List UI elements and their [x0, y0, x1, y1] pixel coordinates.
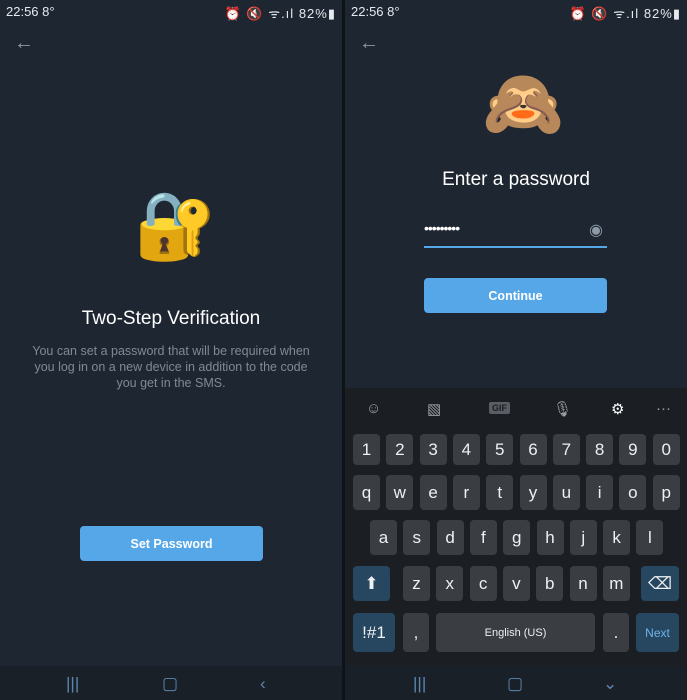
key-5[interactable]: 5 — [486, 434, 514, 465]
period-key[interactable]: . — [603, 613, 629, 652]
back-arrow-icon[interactable]: ← — [359, 32, 379, 55]
space-key[interactable]: English (US) — [436, 613, 595, 652]
key-2[interactable]: 2 — [386, 434, 414, 465]
key-c[interactable]: c — [469, 566, 497, 601]
key-n[interactable]: n — [569, 566, 597, 601]
key-v[interactable]: v — [502, 566, 530, 601]
hide-keyboard-icon[interactable]: ⌄ — [603, 674, 617, 694]
password-value: ••••••••• — [424, 220, 460, 236]
key-g[interactable]: g — [503, 520, 531, 555]
enter-password-screen: 22:56 8° ⏰ 🔇 ᯤ.ıl 82%▮ ← 🙈 Enter a passw… — [345, 0, 687, 700]
key-p[interactable]: p — [652, 475, 680, 510]
status-icons: ⏰ 🔇 ᯤ.ıl 82%▮ — [224, 6, 336, 21]
key-o[interactable]: o — [619, 475, 647, 510]
key-y[interactable]: y — [519, 475, 547, 510]
key-w[interactable]: w — [386, 475, 414, 510]
sticker-icon[interactable]: ▧ — [427, 400, 441, 418]
page-title: Enter a password — [442, 169, 590, 190]
back-arrow-icon[interactable]: ← — [14, 32, 34, 55]
more-icon[interactable]: ··· — [656, 400, 671, 417]
key-r[interactable]: r — [452, 475, 480, 510]
continue-button[interactable]: Continue — [424, 278, 607, 313]
next-key[interactable]: Next — [636, 613, 679, 652]
key-l[interactable]: l — [636, 520, 664, 555]
microphone-icon[interactable]: 🎙 — [553, 400, 572, 418]
key-8[interactable]: 8 — [586, 434, 614, 465]
key-x[interactable]: x — [436, 566, 464, 601]
key-9[interactable]: 9 — [619, 434, 647, 465]
recents-icon[interactable]: ||| — [413, 674, 426, 694]
key-1[interactable]: 1 — [353, 434, 380, 465]
key-f[interactable]: f — [469, 520, 497, 555]
key-h[interactable]: h — [536, 520, 564, 555]
back-nav-icon[interactable]: ‹ — [260, 674, 266, 694]
key-7[interactable]: 7 — [552, 434, 580, 465]
settings-icon[interactable]: ⚙ — [611, 400, 624, 418]
status-icons: ⏰ 🔇 ᯤ.ıl 82%▮ — [569, 6, 681, 21]
status-time: 22:56 8° — [351, 4, 400, 19]
key-k[interactable]: k — [603, 520, 631, 555]
key-e[interactable]: e — [419, 475, 447, 510]
key-i[interactable]: i — [586, 475, 614, 510]
lock-key-icon: 🔐 — [134, 188, 217, 262]
key-u[interactable]: u — [552, 475, 580, 510]
key-j[interactable]: j — [569, 520, 597, 555]
home-icon[interactable]: ▢ — [507, 674, 523, 694]
key-a[interactable]: a — [370, 520, 397, 555]
key-t[interactable]: t — [486, 475, 514, 510]
key-m[interactable]: m — [602, 566, 630, 601]
key-s[interactable]: s — [403, 520, 431, 555]
status-time: 22:56 8° — [6, 4, 55, 19]
two-step-screen: 22:56 8° ⏰ 🔇 ᯤ.ıl 82%▮ ← 🔐 Two-Step Veri… — [0, 0, 342, 700]
key-b[interactable]: b — [536, 566, 564, 601]
key-q[interactable]: q — [353, 475, 380, 510]
nav-bar: ||| ▢ ⌄ — [345, 666, 687, 700]
key-z[interactable]: z — [403, 566, 430, 601]
description: You can set a password that will be requ… — [32, 344, 310, 390]
backspace-key[interactable]: ⌫ — [641, 566, 679, 601]
status-bar: 22:56 8° ⏰ 🔇 ᯤ.ıl 82%▮ — [0, 0, 342, 22]
emoji-icon[interactable]: ☺ — [366, 400, 381, 417]
gif-icon[interactable]: GIF — [489, 402, 510, 414]
key-6[interactable]: 6 — [519, 434, 547, 465]
home-icon[interactable]: ▢ — [162, 674, 178, 694]
keyboard: ☺ ▧ GIF 🎙 ⚙ ··· 1234567890 qwertyuiop asdf… — [345, 388, 687, 666]
key-0[interactable]: 0 — [652, 434, 680, 465]
symbols-key[interactable]: !#1 — [353, 613, 395, 652]
nav-bar: ||| ▢ ‹ — [0, 666, 342, 700]
set-password-button[interactable]: Set Password — [80, 526, 263, 561]
password-input[interactable]: ••••••••• ◉ — [424, 218, 607, 248]
status-bar: 22:56 8° ⏰ 🔇 ᯤ.ıl 82%▮ — [345, 0, 687, 22]
key-4[interactable]: 4 — [452, 434, 480, 465]
monkey-icon: 🙈 — [482, 66, 565, 140]
key-3[interactable]: 3 — [419, 434, 447, 465]
recents-icon[interactable]: ||| — [66, 674, 79, 694]
eye-icon[interactable]: ◉ — [589, 220, 603, 240]
comma-key[interactable]: , — [403, 613, 429, 652]
shift-key[interactable]: ⬆ — [353, 566, 390, 601]
key-d[interactable]: d — [436, 520, 464, 555]
page-title: Two-Step Verification — [81, 308, 261, 329]
